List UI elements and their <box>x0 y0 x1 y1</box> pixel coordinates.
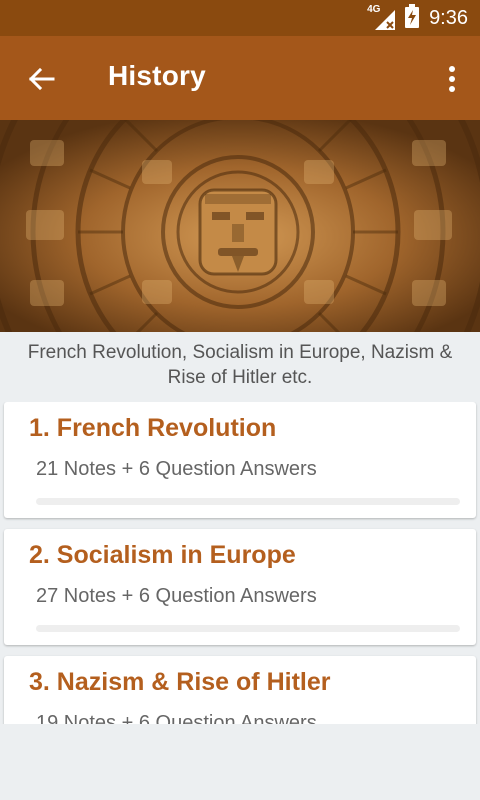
chapter-title: 1. French Revolution <box>29 414 277 442</box>
chapter-detail: 19 Notes + 6 Question Answers <box>36 712 317 724</box>
chapter-card-1[interactable]: 1. French Revolution 21 Notes + 6 Questi… <box>4 402 476 518</box>
page-title: History <box>108 60 206 91</box>
chapter-title: 2. Socialism in Europe <box>29 541 296 569</box>
chapter-title: 3. Nazism & Rise of Hitler <box>29 668 331 696</box>
battery-charging-icon <box>405 3 420 33</box>
subject-description: French Revolution, Socialism in Europe, … <box>27 342 453 388</box>
back-arrow-icon[interactable] <box>26 64 56 94</box>
chapter-list: 1. French Revolution 21 Notes + 6 Questi… <box>0 402 480 724</box>
more-options-icon[interactable] <box>444 64 460 94</box>
chapter-progress-bar <box>36 625 460 632</box>
network-signal-icon: 4G <box>367 4 396 30</box>
status-time: 9:36 <box>429 6 468 29</box>
app-bar: History <box>0 36 480 120</box>
chapter-detail: 21 Notes + 6 Question Answers <box>36 458 317 480</box>
chapter-detail: 27 Notes + 6 Question Answers <box>36 585 317 607</box>
chapter-card-3[interactable]: 3. Nazism & Rise of Hitler 19 Notes + 6 … <box>4 656 476 724</box>
status-bar: 4G 9:36 <box>0 0 480 36</box>
header-image <box>0 120 480 332</box>
chapter-card-2[interactable]: 2. Socialism in Europe 27 Notes + 6 Ques… <box>4 529 476 645</box>
chapter-progress-bar <box>36 498 460 505</box>
